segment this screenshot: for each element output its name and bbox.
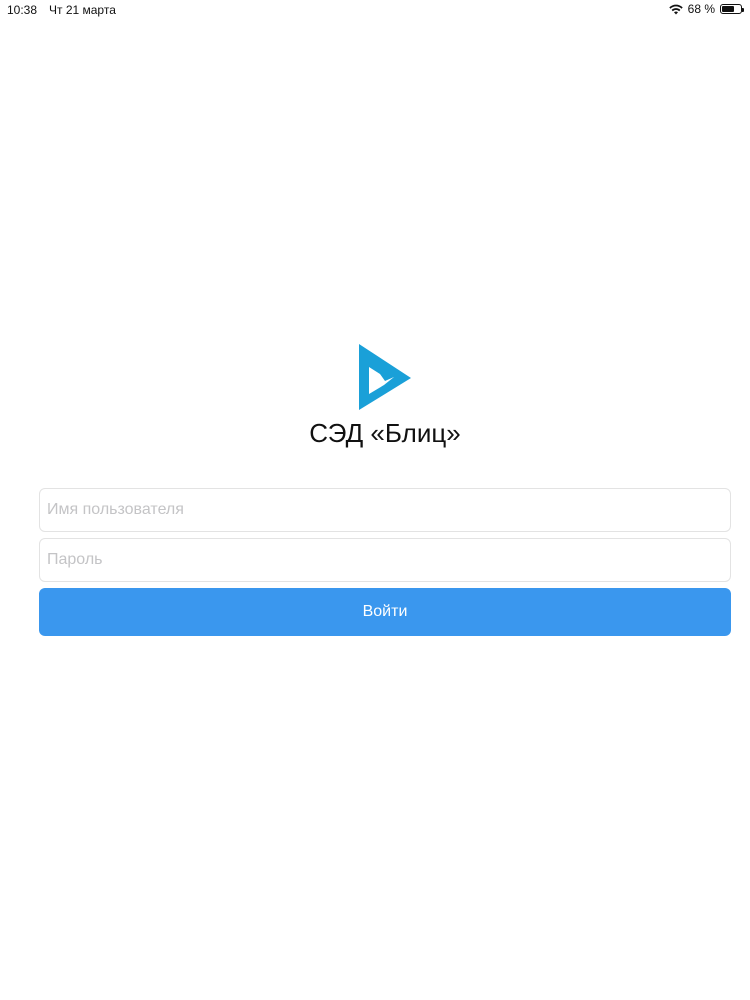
status-indicators: 68 % xyxy=(668,2,744,16)
blitz-logo-icon xyxy=(359,344,411,410)
login-button[interactable]: Войти xyxy=(39,588,731,636)
login-screen: 10:38 Чт 21 марта 68 % СЭД «Блиц» Войти xyxy=(0,0,750,1000)
wifi-icon xyxy=(668,4,683,14)
battery-percentage: 68 % xyxy=(687,2,715,16)
username-input[interactable] xyxy=(39,488,731,532)
battery-fill xyxy=(722,6,734,12)
status-bar: 10:38 Чт 21 марта 68 % xyxy=(0,0,750,22)
battery-cap xyxy=(742,8,744,12)
battery-icon xyxy=(720,4,744,14)
password-input[interactable] xyxy=(39,538,731,582)
status-date: Чт 21 марта xyxy=(49,3,116,17)
app-title: СЭД «Блиц» xyxy=(309,418,461,448)
status-time: 10:38 xyxy=(7,3,38,17)
